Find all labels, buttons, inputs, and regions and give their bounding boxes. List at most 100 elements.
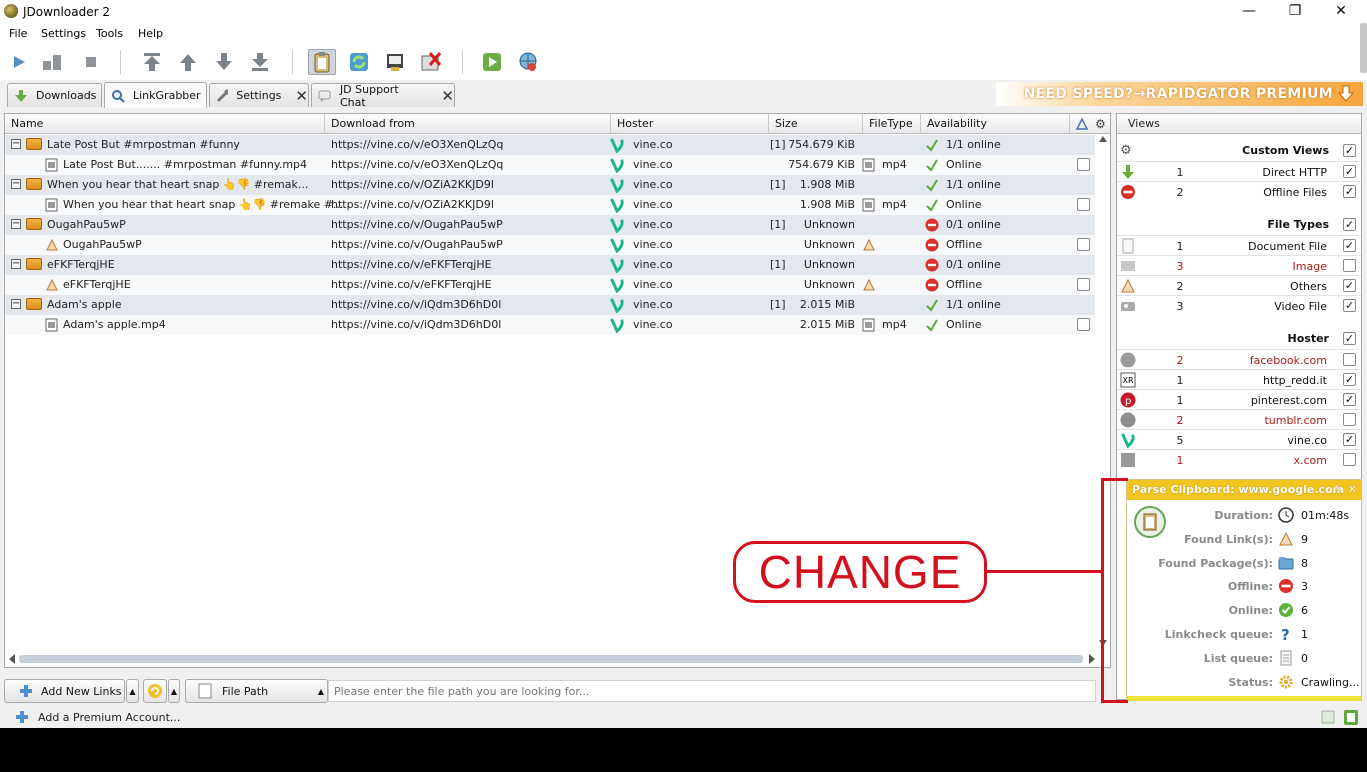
window-title: JDownloader 2 xyxy=(23,5,110,19)
update-button[interactable] xyxy=(478,49,506,75)
column-settings-icon[interactable] xyxy=(1075,117,1089,131)
tab-linkgrabber[interactable]: LinkGrabber xyxy=(104,82,207,108)
view-filter-row[interactable]: 2 tumblr.com xyxy=(1117,410,1361,430)
collapse-toggle-icon[interactable]: − xyxy=(11,259,21,269)
section-checkbox[interactable]: ✓ xyxy=(1343,218,1356,231)
column-header-hoster[interactable]: Hoster xyxy=(611,114,769,134)
move-to-top-button[interactable] xyxy=(138,49,166,75)
column-header-size[interactable]: Size xyxy=(769,114,863,134)
link-row[interactable]: OugahPau5wP https://vine.co/v/OugahPau5wP… xyxy=(5,235,1095,255)
column-header-filetype[interactable]: FileType xyxy=(863,114,921,134)
move-up-button[interactable] xyxy=(174,49,202,75)
minimize-button[interactable]: — xyxy=(1226,0,1272,23)
gear-icon[interactable]: ⚙ xyxy=(1095,117,1109,131)
gear-icon[interactable]: ⚙ xyxy=(1120,143,1136,159)
move-to-bottom-button[interactable] xyxy=(246,49,274,75)
view-filter-row[interactable]: 1 x.com xyxy=(1117,450,1361,470)
view-filter-row[interactable]: 1 Document File ✓ xyxy=(1117,236,1361,256)
view-filter-row[interactable]: 1 Direct HTTP ✓ xyxy=(1117,162,1361,182)
move-down-button[interactable] xyxy=(210,49,238,75)
package-row[interactable]: − When you hear that heart snap 👆👎 #remak… xyxy=(5,175,1095,195)
link-row[interactable]: When you hear that heart snap 👆👎 #remake… xyxy=(5,195,1095,215)
undo-button[interactable] xyxy=(143,679,167,703)
stop-downloads-button[interactable] xyxy=(77,49,105,75)
filter-checkbox[interactable]: ✓ xyxy=(1343,433,1356,446)
view-filter-row[interactable]: 3 Video File ✓ xyxy=(1117,296,1361,316)
scrollbar-thumb[interactable] xyxy=(19,655,1083,663)
tab-settings[interactable]: Settings ✕ xyxy=(209,83,309,107)
row-checkbox[interactable] xyxy=(1077,238,1090,251)
menu-tools[interactable]: Tools xyxy=(96,27,123,40)
section-checkbox[interactable]: ✓ xyxy=(1343,332,1356,345)
silent-mode-button[interactable] xyxy=(381,49,409,75)
filter-checkbox[interactable] xyxy=(1343,453,1356,466)
availability-status: 1/1 online xyxy=(946,298,1001,311)
video-file-icon xyxy=(862,158,876,172)
filter-checkbox[interactable]: ✓ xyxy=(1343,239,1356,252)
filter-checkbox[interactable]: ✓ xyxy=(1343,185,1356,198)
close-icon[interactable]: ✕ xyxy=(295,87,308,105)
package-row[interactable]: − Adam's apple https://vine.co/v/iQdm3D6hD… xyxy=(5,295,1095,315)
toolbar xyxy=(0,44,1367,80)
maximize-button[interactable]: ❐ xyxy=(1272,0,1318,23)
view-filter-row[interactable]: XR 1 http_redd.it ✓ xyxy=(1117,370,1361,390)
tab-jd-support-chat[interactable]: JD Support Chat ✕ xyxy=(311,83,455,109)
status-bar: Add a Premium Account... xyxy=(0,706,1367,728)
row-checkbox[interactable] xyxy=(1077,158,1090,171)
menu-file[interactable]: File xyxy=(9,27,27,40)
filter-checkbox[interactable]: ✓ xyxy=(1343,165,1356,178)
filter-checkbox[interactable]: ✓ xyxy=(1343,299,1356,312)
clipboard-observer-toggle[interactable] xyxy=(308,49,336,75)
rapidgator-promo-banner[interactable]: NEED SPEED?→RAPIDGATOR PREMIUM xyxy=(996,82,1363,106)
add-premium-account-link[interactable]: Add a Premium Account... xyxy=(38,711,180,724)
row-checkbox[interactable] xyxy=(1077,318,1090,331)
add-new-links-button[interactable]: Add New Links xyxy=(4,679,125,703)
window-scrollbar[interactable] xyxy=(1360,23,1367,73)
reconnect-button[interactable] xyxy=(345,49,373,75)
row-checkbox[interactable] xyxy=(1077,198,1090,211)
package-row[interactable]: − eFKFTerqjHE https://vine.co/v/eFKFTerqjH… xyxy=(5,255,1095,275)
start-downloads-button[interactable] xyxy=(5,49,33,75)
tab-downloads[interactable]: Downloads xyxy=(7,83,102,107)
collapse-toggle-icon[interactable]: − xyxy=(11,299,21,309)
section-checkbox[interactable]: ✓ xyxy=(1343,144,1356,157)
view-filter-row[interactable]: 2 Offline Files ✓ xyxy=(1117,182,1361,202)
premium-accounts-button[interactable] xyxy=(514,49,542,75)
close-button[interactable]: ✕ xyxy=(1318,0,1364,23)
close-icon[interactable]: ✕ xyxy=(441,87,454,105)
pause-downloads-button[interactable] xyxy=(38,49,66,75)
filter-checkbox[interactable]: ✓ xyxy=(1343,279,1356,292)
package-row[interactable]: − Late Post But #mrpostman #funny https://… xyxy=(5,135,1095,155)
add-links-menu-button[interactable]: ▲ xyxy=(126,679,139,703)
link-row[interactable]: Late Post But....... #mrpostman #funny.m… xyxy=(5,155,1095,175)
view-filter-row[interactable]: 2 facebook.com xyxy=(1117,350,1361,370)
link-row[interactable]: eFKFTerqjHE https://vine.co/v/eFKFTerqjHE… xyxy=(5,275,1095,295)
view-filter-row[interactable]: 5 vine.co ✓ xyxy=(1117,430,1361,450)
link-row[interactable]: Adam's apple.mp4 https://vine.co/v/iQdm3D… xyxy=(5,315,1095,335)
filter-checkbox[interactable]: ✓ xyxy=(1343,393,1356,406)
collapse-toggle-icon[interactable]: − xyxy=(11,219,21,229)
horizontal-scrollbar[interactable] xyxy=(7,653,1095,665)
row-checkbox[interactable] xyxy=(1077,278,1090,291)
column-header-availability[interactable]: Availability xyxy=(921,114,1070,134)
view-filter-row[interactable]: p 1 pinterest.com ✓ xyxy=(1117,390,1361,410)
search-field-select[interactable]: File Path ▲ xyxy=(185,679,328,703)
video-file-icon xyxy=(45,198,58,212)
menu-help[interactable]: Help xyxy=(138,27,163,40)
view-filter-row[interactable]: 3 Image xyxy=(1117,256,1361,276)
menu-settings[interactable]: Settings xyxy=(41,27,86,40)
view-filter-row[interactable]: 2 Others ✓ xyxy=(1117,276,1361,296)
filter-checkbox[interactable]: ✓ xyxy=(1343,373,1356,386)
column-header-download-from[interactable]: Download from xyxy=(325,114,611,134)
filter-checkbox[interactable] xyxy=(1343,259,1356,272)
shutdown-button[interactable] xyxy=(417,49,445,75)
filter-checkbox[interactable] xyxy=(1343,413,1356,426)
collapse-toggle-icon[interactable]: − xyxy=(11,179,21,189)
tumblr-icon xyxy=(1120,412,1136,428)
filter-checkbox[interactable] xyxy=(1343,353,1356,366)
undo-menu-button[interactable]: ▲ xyxy=(168,679,180,703)
column-header-name[interactable]: Name xyxy=(5,114,325,134)
package-row[interactable]: − OugahPau5wP https://vine.co/v/OugahPau5w… xyxy=(5,215,1095,235)
search-input[interactable] xyxy=(328,680,1096,702)
collapse-toggle-icon[interactable]: − xyxy=(11,139,21,149)
